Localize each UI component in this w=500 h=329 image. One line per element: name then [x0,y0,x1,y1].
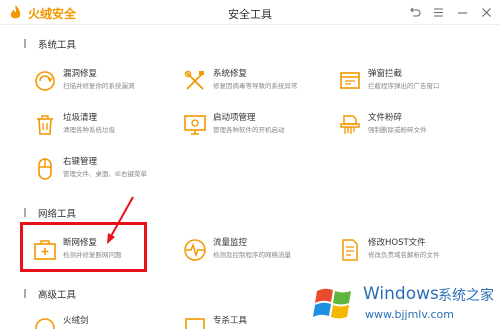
watermark-url: www.bjjmlv.com [365,308,454,321]
tool-name: 专杀工具 [213,316,248,326]
watermark: Windows 系统之家 www.bjjmlv.com [307,275,500,329]
watermark-subtitle: 系统之家 [438,288,494,304]
section-advanced-tools: 高级工具 [38,290,77,301]
watermark-title: Windows [363,284,439,304]
adv-tool-icon [35,318,55,329]
windows-logo-icon [313,288,351,319]
adv-tool-icon [185,318,205,329]
tool-advanced-1[interactable]: 火绒剑 [33,314,183,329]
tool-name: 火绒剑 [63,316,89,326]
section-marker [24,289,26,298]
